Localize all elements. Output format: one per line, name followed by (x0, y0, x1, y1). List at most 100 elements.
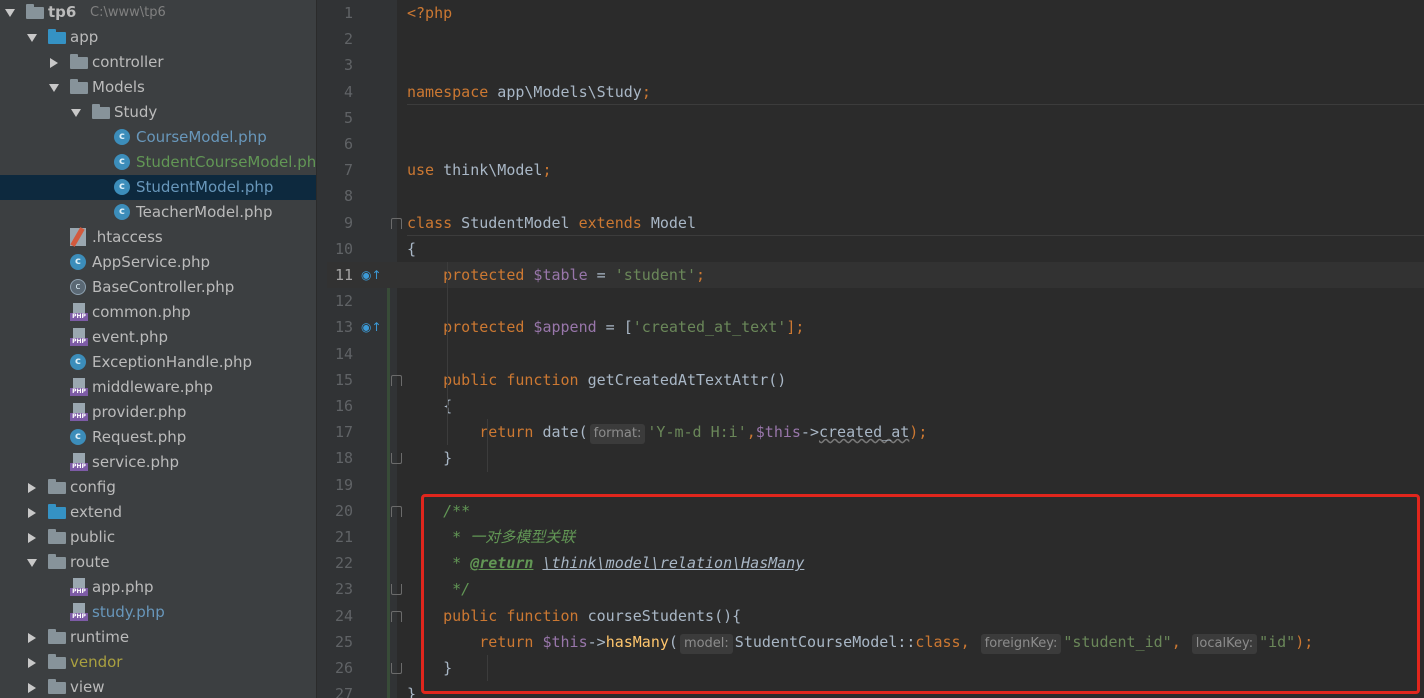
fold-close-icon[interactable] (391, 453, 402, 465)
fold-open-icon[interactable] (391, 505, 402, 517)
tree-item[interactable]: PHP middleware.php (0, 375, 316, 400)
code-token: ; (696, 266, 706, 284)
code-line[interactable]: 15 public function getCreatedAtTextAttr(… (327, 367, 1424, 393)
tree-item[interactable]: c AppService.php (0, 250, 316, 275)
fold-open-icon[interactable] (391, 610, 402, 622)
line-number: 22 (334, 554, 353, 573)
line-number: 14 (334, 344, 353, 363)
code-token: $append (524, 318, 597, 337)
tree-item[interactable]: c Request.php (0, 425, 316, 450)
folder-icon (48, 554, 66, 569)
indent-guide (487, 419, 488, 472)
tree-item[interactable]: PHP app.php (0, 575, 316, 600)
tree-item[interactable]: Models (0, 75, 316, 100)
tree-item[interactable]: extend (0, 500, 316, 525)
collapse-arrow-right-icon[interactable] (26, 625, 38, 650)
tree-item[interactable]: tp6 C:\www\tp6 (0, 0, 316, 25)
code-line[interactable]: 18 } (327, 445, 1424, 471)
expand-arrow-down-icon[interactable] (48, 75, 60, 100)
collapse-arrow-right-icon[interactable] (26, 525, 38, 550)
tree-item[interactable]: controller (0, 50, 316, 75)
code-line[interactable]: 3 (327, 52, 1424, 78)
line-number: 1 (343, 4, 353, 22)
php-file-icon: PHP (70, 578, 88, 596)
fold-open-icon[interactable] (391, 374, 402, 386)
fold-close-icon[interactable] (391, 584, 402, 596)
code-token: ; (542, 161, 552, 180)
php-class-icon: c (114, 204, 130, 220)
collapse-arrow-right-icon[interactable] (26, 500, 38, 525)
tree-item-label: ExceptionHandle.php (92, 353, 253, 371)
tree-item[interactable]: Study (0, 100, 316, 125)
code-token: protected (407, 318, 525, 337)
tree-item[interactable]: c CourseModel.php (0, 125, 316, 150)
tree-item-label: public (70, 528, 116, 546)
expand-arrow-down-icon[interactable] (26, 25, 38, 50)
line-number: 27 (334, 685, 353, 698)
code-token: think\Model (434, 161, 543, 180)
code-line[interactable]: 6 (327, 131, 1424, 157)
override-marker-icon[interactable]: ◉↑ (361, 320, 382, 334)
fold-close-icon[interactable] (391, 663, 402, 674)
tree-item[interactable]: view (0, 675, 316, 698)
code-line[interactable]: 17 return date(format: 'Y-m-d H:i',$this-… (327, 419, 1424, 445)
code-line[interactable]: 1 <?php (327, 0, 1424, 26)
code-line[interactable]: 11 protected $table = 'student'; (327, 262, 1424, 288)
tree-item-label: Models (92, 78, 145, 96)
code-token: public (407, 370, 498, 389)
tree-item[interactable]: vendor (0, 650, 316, 675)
code-token: use (407, 161, 435, 180)
code-line[interactable]: 9 class StudentModel extends Model (327, 210, 1424, 236)
tree-item[interactable]: PHP event.php (0, 325, 316, 350)
code-content: } (407, 681, 416, 698)
tree-item[interactable]: public (0, 525, 316, 550)
code-line[interactable]: 14 (327, 341, 1424, 367)
expand-arrow-down-icon[interactable] (26, 550, 38, 575)
code-line[interactable]: 5 (327, 105, 1424, 131)
tree-item[interactable]: c ExceptionHandle.php (0, 350, 316, 375)
project-path-hint: C:\www\tp6 (90, 5, 166, 20)
collapse-arrow-right-icon[interactable] (26, 650, 38, 675)
tree-item[interactable]: PHP provider.php (0, 400, 316, 425)
tree-item[interactable]: config (0, 475, 316, 500)
code-line[interactable]: 8 (327, 183, 1424, 209)
code-line[interactable]: 7 use think\Model; (327, 157, 1424, 183)
tree-item[interactable]: PHP service.php (0, 450, 316, 475)
code-token: } (407, 685, 417, 698)
line-number: 6 (343, 135, 353, 153)
code-token: Model (641, 213, 696, 232)
code-line[interactable]: 10 { (327, 236, 1424, 262)
collapse-arrow-right-icon[interactable] (48, 50, 60, 75)
code-line[interactable]: 4 namespace app\Models\Study; (327, 79, 1424, 105)
tree-item[interactable]: app (0, 25, 316, 50)
line-number: 9 (343, 213, 353, 232)
fold-open-icon[interactable] (391, 217, 402, 229)
collapse-arrow-right-icon[interactable] (26, 475, 38, 500)
tree-item[interactable]: PHP study.php (0, 600, 316, 625)
tree-item[interactable]: c BaseController.php (0, 275, 316, 300)
code-line[interactable]: 2 (327, 26, 1424, 52)
expand-arrow-down-icon[interactable] (70, 100, 82, 125)
tree-item[interactable]: c StudentModel.php (0, 175, 316, 200)
override-marker-icon[interactable]: ◉↑ (361, 268, 382, 282)
tree-item-label: common.php (92, 303, 191, 321)
code-content: class StudentModel extends Model (407, 210, 696, 236)
tree-item[interactable]: PHP common.php (0, 300, 316, 325)
code-token: { (407, 239, 417, 258)
highlight-annotation-box (421, 494, 1420, 694)
expand-arrow-down-icon[interactable] (4, 0, 16, 25)
tree-item[interactable]: .htaccess (0, 225, 316, 250)
tree-item[interactable]: runtime (0, 625, 316, 650)
line-number: 8 (343, 187, 353, 206)
tree-item[interactable]: c TeacherModel.php (0, 200, 316, 225)
php-class-icon: c (114, 129, 130, 145)
tree-item-label: controller (92, 53, 164, 71)
folder-icon (48, 629, 66, 644)
code-line[interactable]: 12 (327, 288, 1424, 314)
tree-item[interactable]: c StudentCourseModel.php (0, 150, 316, 175)
collapse-arrow-right-icon[interactable] (26, 675, 38, 698)
tree-item[interactable]: route (0, 550, 316, 575)
code-line[interactable]: 16 { (327, 393, 1424, 419)
code-line[interactable]: 13 protected $append = ['created_at_text… (327, 314, 1424, 340)
code-token: namespace (407, 82, 489, 101)
